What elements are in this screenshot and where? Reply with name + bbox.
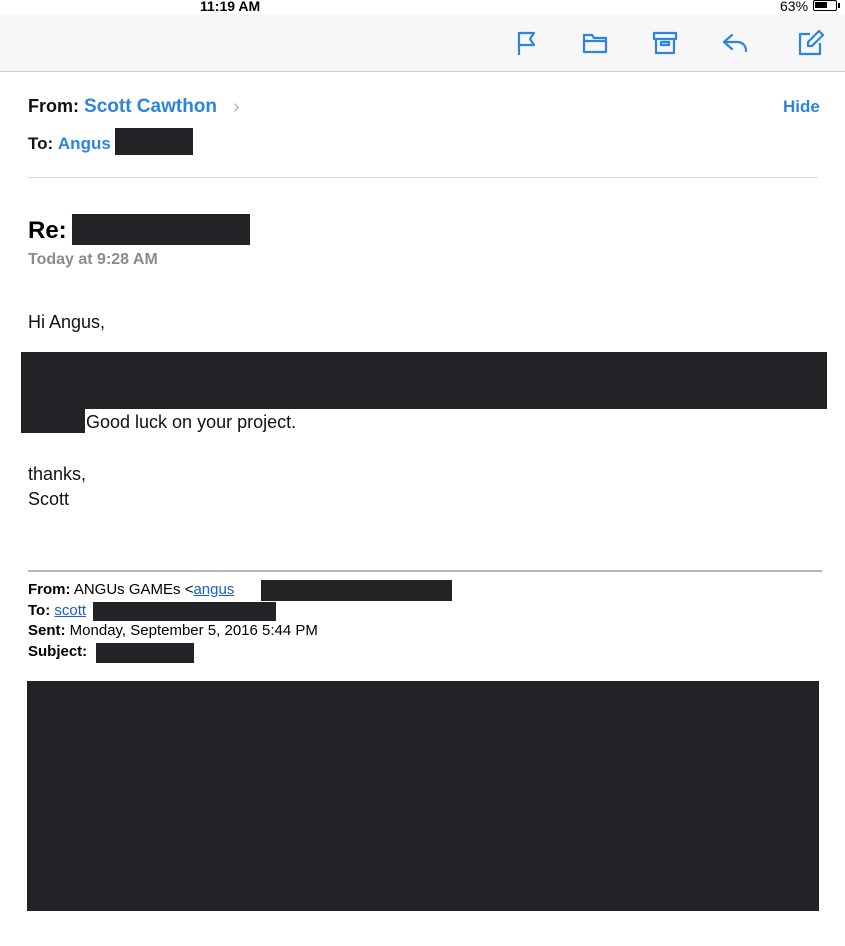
redaction-quoted-subject (96, 643, 194, 663)
redaction-quoted-from (261, 580, 452, 601)
quoted-divider (28, 570, 822, 572)
reply-button[interactable] (718, 26, 752, 60)
body-line: Good luck on your project. (86, 412, 297, 432)
move-to-folder-button[interactable] (578, 26, 612, 60)
sender-name[interactable]: Scott Cawthon (84, 96, 217, 117)
header-divider (28, 177, 818, 178)
quoted-sent-row: Sent: Monday, September 5, 2016 5:44 PM (28, 622, 318, 639)
reply-icon (722, 33, 748, 53)
from-label: From: (28, 96, 79, 116)
archive-button[interactable] (648, 26, 682, 60)
recipient-name[interactable]: Angus (58, 134, 111, 153)
compose-icon (798, 29, 824, 56)
flag-icon (517, 31, 536, 55)
quoted-to-label: To: (28, 602, 51, 619)
quoted-from-row: From: ANGUs GAMEs <angus (28, 581, 234, 598)
hide-details-link[interactable]: Hide (783, 97, 820, 117)
to-label: To: (28, 134, 54, 153)
redaction-recipient (115, 128, 193, 155)
battery-percent: 63% (780, 0, 809, 14)
quoted-to-row: To: scott (28, 602, 86, 619)
quoted-subject-label: Subject: (28, 643, 88, 660)
status-time: 11:19 AM (200, 0, 261, 14)
quoted-sent-value: Monday, September 5, 2016 5:44 PM (69, 622, 318, 639)
to-row: To: Angus (28, 134, 111, 154)
from-row: From: Scott Cawthon (28, 96, 217, 118)
quoted-from-name: ANGUs GAMEs < (73, 581, 194, 598)
quoted-to-email[interactable]: scott (54, 602, 86, 619)
archive-icon (652, 31, 678, 55)
quoted-from-label: From: (28, 581, 71, 598)
flag-button[interactable] (509, 26, 543, 60)
signature-text: Scott (28, 489, 70, 509)
quoted-subject-row: Subject: (28, 643, 87, 660)
redaction-subject (72, 214, 250, 245)
redaction-quoted-to (93, 602, 276, 621)
message-date: Today at 9:28 AM (28, 251, 158, 268)
greeting-text: Hi Angus, (28, 312, 106, 332)
mail-toolbar (0, 14, 845, 72)
subject-prefix: Re: (28, 217, 67, 244)
redaction-body-fragment (21, 409, 85, 433)
signoff-text: thanks, (28, 464, 87, 484)
chevron-right-icon[interactable]: › (233, 96, 240, 119)
folder-icon (582, 33, 608, 54)
status-bar: 11:19 AM 63% (0, 0, 845, 14)
redaction-quoted-body (27, 681, 819, 911)
quoted-sent-label: Sent: (28, 622, 66, 639)
battery-tip (838, 3, 840, 8)
battery-icon (813, 0, 837, 11)
quoted-from-email[interactable]: angus (193, 581, 234, 598)
redaction-body-block (21, 352, 827, 409)
compose-button[interactable] (793, 26, 827, 60)
